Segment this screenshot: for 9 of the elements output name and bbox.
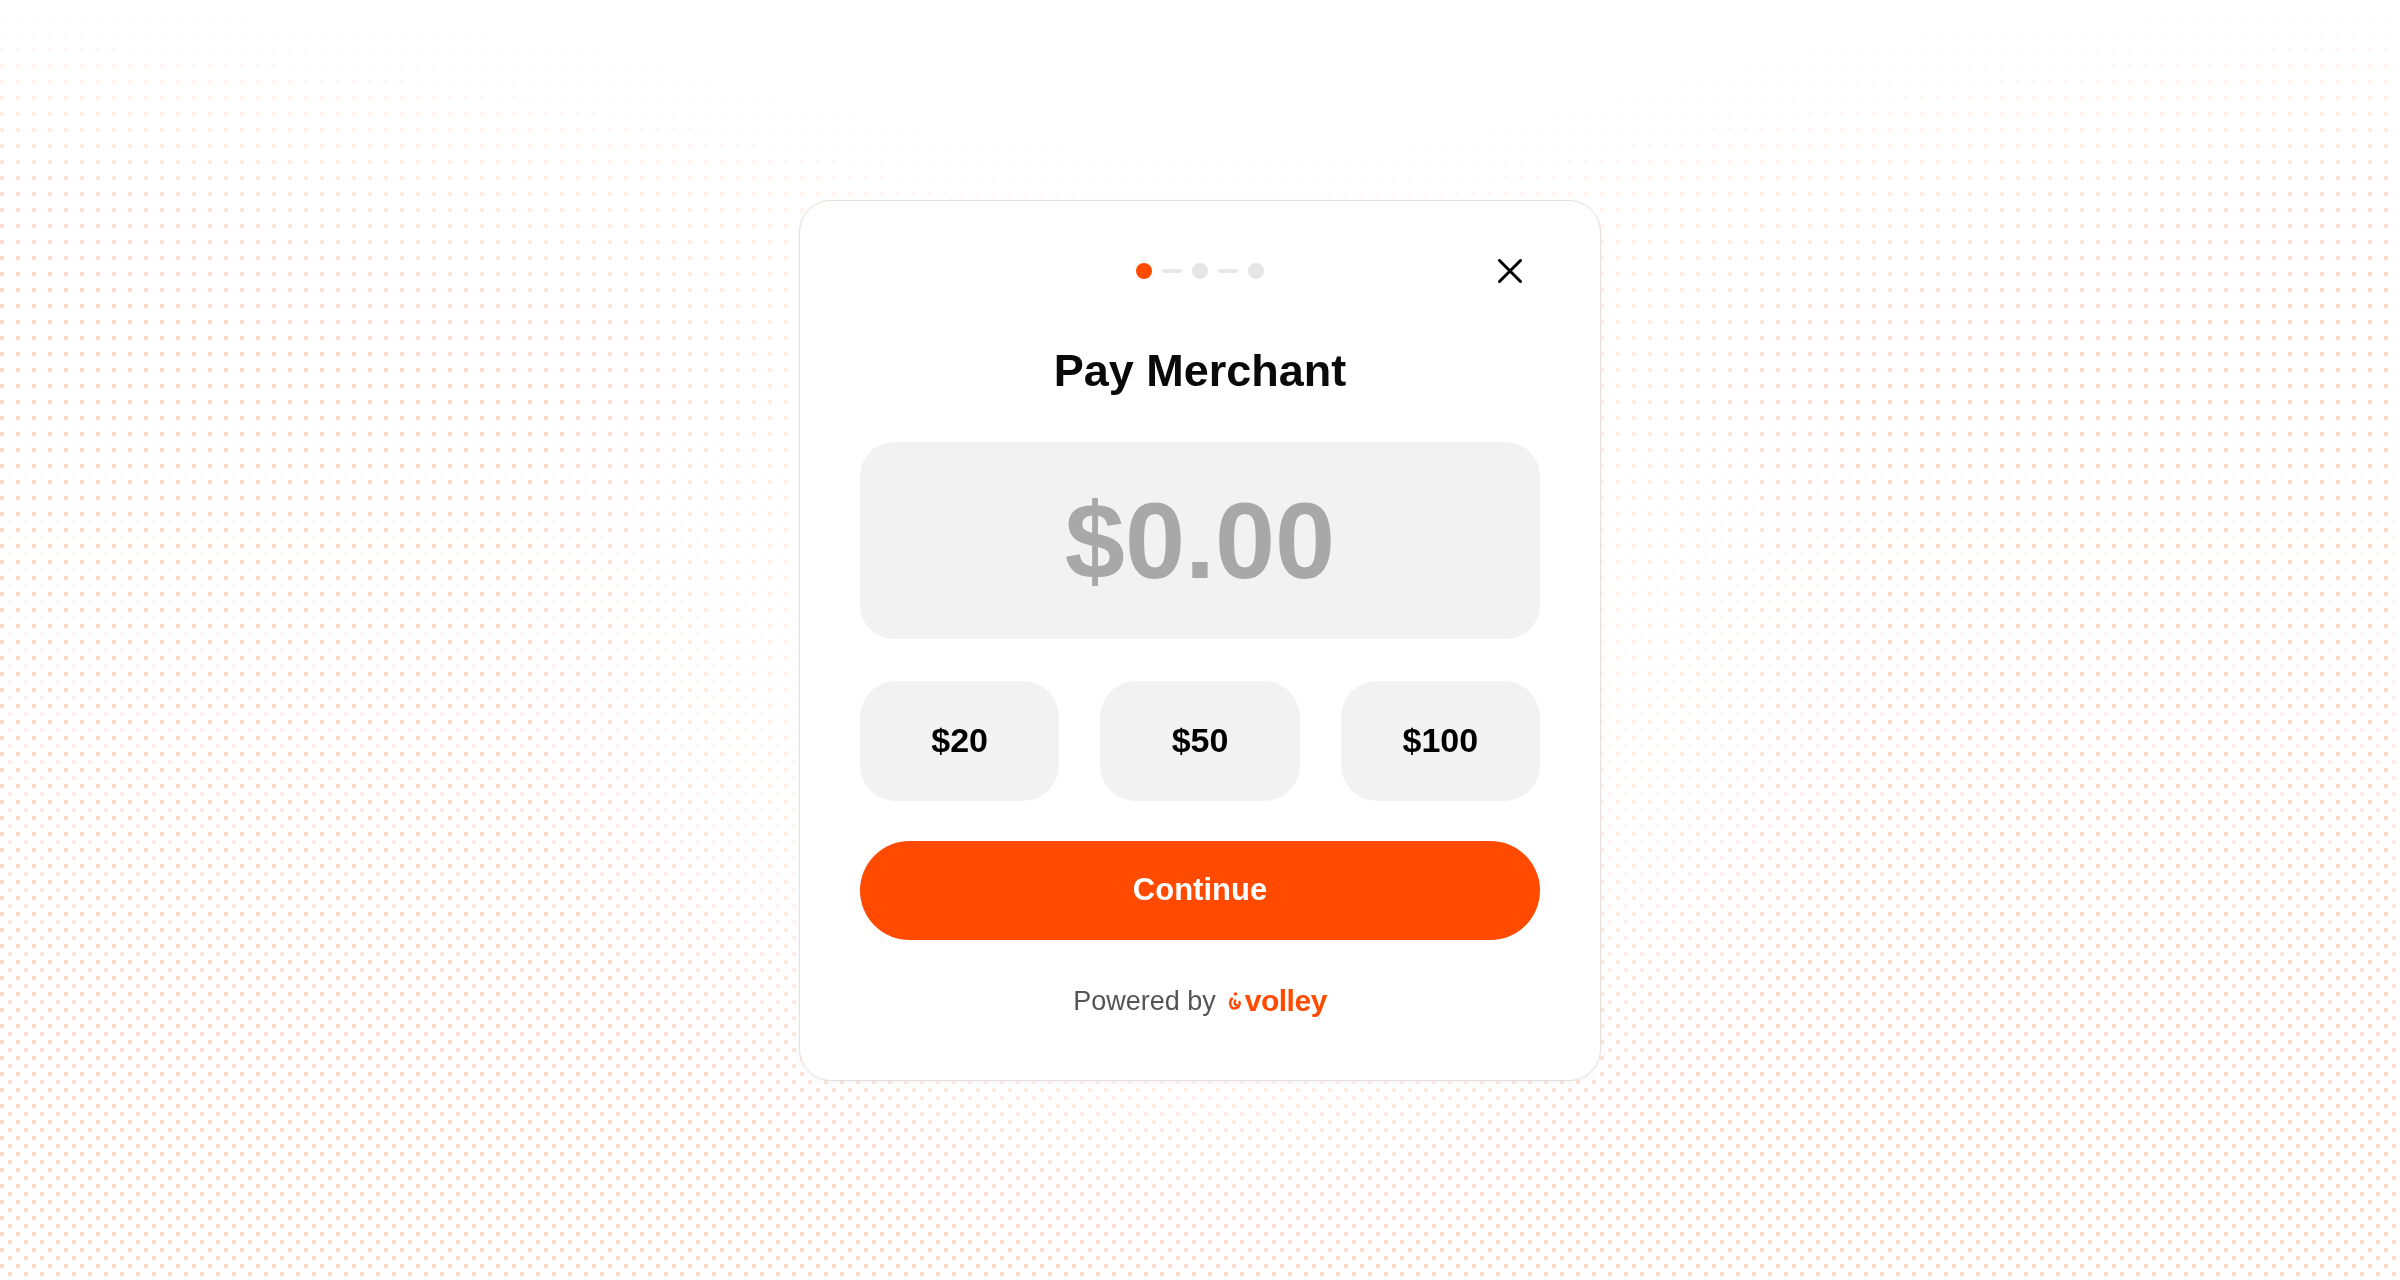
preset-amount-button[interactable]: $100 — [1340, 680, 1540, 801]
amount-field[interactable]: $0.00 — [860, 441, 1540, 639]
powered-by-text: Powered by — [1073, 984, 1216, 1018]
swirl-logo-icon — [1227, 990, 1242, 1011]
close-icon — [1498, 258, 1522, 283]
preset-amount-button[interactable]: $20 — [860, 680, 1060, 801]
brand-logo-text: volley — [1244, 983, 1327, 1018]
dialog-title: Pay Merchant — [1052, 343, 1348, 398]
preset-amount-button[interactable]: $50 — [1100, 680, 1300, 801]
